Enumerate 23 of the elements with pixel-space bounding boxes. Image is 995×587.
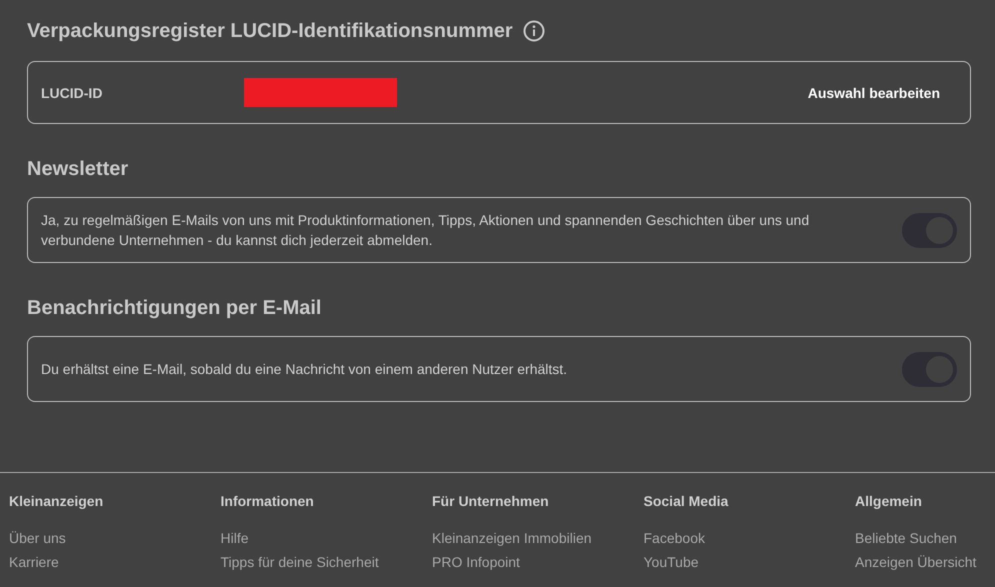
lucid-label: LUCID-ID [41, 84, 104, 100]
footer-heading: Für Unternehmen [432, 493, 550, 509]
footer-link[interactable]: Facebook [644, 526, 855, 550]
footer-link[interactable]: PRO Infopoint [432, 550, 644, 574]
section-heading: Verpackungsregister LUCID-Identifikationsnummer [27, 20, 513, 42]
footer-link[interactable]: Beliebte Suchen [855, 526, 995, 550]
footer-link[interactable]: Über uns [9, 526, 220, 550]
footer-link[interactable]: Anzeigen Übersicht [855, 550, 995, 574]
setting-description: Du erhältst eine E-Mail, sobald du eine Nachricht von einem anderen Nutzer erhältst. [41, 360, 568, 379]
footer-link[interactable]: Kleinanzeigen Immobilien [432, 526, 644, 550]
footer-heading: Social Media [644, 493, 730, 509]
footer-link[interactable]: Tipps für deine Sicherheit [220, 550, 432, 574]
info-icon[interactable] [522, 20, 545, 42]
edit-selection-button[interactable]: Auswahl bearbeiten [808, 80, 940, 104]
footer-heading: Informationen [220, 493, 315, 509]
section-heading: Benachrichtigungen per E-Mail [27, 297, 322, 320]
setting-description: Ja, zu regelmäßigen E-Mails von uns mit Produktinformationen, Tipps, Aktionen und spannenden Geschichten über uns und verbundene Unternehmen - du kannst dich jederzeit abmelden. [41, 211, 810, 250]
footer-link[interactable]: YouTube [644, 550, 855, 574]
footer-heading: Allgemein [855, 493, 923, 509]
section-heading: Newsletter [27, 158, 130, 181]
footer-link[interactable]: Karriere [9, 550, 220, 574]
footer-link[interactable]: Hilfe [220, 526, 432, 550]
footer-heading: Kleinanzeigen [9, 493, 104, 509]
